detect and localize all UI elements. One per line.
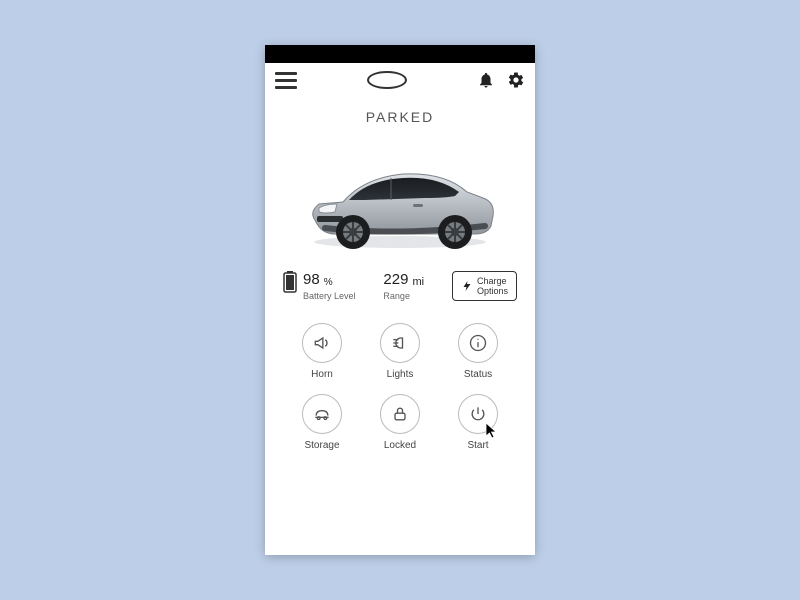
horn-label: Horn bbox=[311, 369, 333, 380]
status-button[interactable]: Status bbox=[439, 323, 517, 380]
battery-stat: 98% Battery Level bbox=[283, 271, 356, 301]
status-label: Status bbox=[464, 369, 492, 380]
storage-label: Storage bbox=[304, 440, 339, 451]
power-icon bbox=[468, 404, 488, 424]
vehicle-status: PARKED bbox=[265, 109, 535, 125]
range-stat: 229 mi Range bbox=[383, 271, 424, 301]
battery-icon bbox=[283, 271, 297, 293]
lights-button[interactable]: Lights bbox=[361, 323, 439, 380]
stats-row: 98% Battery Level 229 mi Range Charge Opt… bbox=[265, 263, 535, 301]
charge-options-button[interactable]: Charge Options bbox=[452, 271, 517, 301]
device-status-bar bbox=[265, 45, 535, 63]
brand-logo bbox=[367, 71, 407, 89]
lock-icon bbox=[390, 404, 410, 424]
range-value: 229 bbox=[383, 271, 408, 288]
horn-button[interactable]: Horn bbox=[283, 323, 361, 380]
bolt-icon bbox=[461, 280, 473, 292]
lock-button[interactable]: Locked bbox=[361, 394, 439, 451]
charge-options-label: Charge Options bbox=[477, 276, 508, 296]
vehicle-image bbox=[265, 133, 535, 263]
battery-value: 98 bbox=[303, 271, 320, 288]
info-icon bbox=[468, 333, 488, 353]
lights-icon bbox=[390, 333, 410, 353]
storage-icon bbox=[312, 404, 332, 424]
battery-label: Battery Level bbox=[303, 291, 356, 301]
notifications-icon[interactable] bbox=[477, 71, 495, 89]
storage-button[interactable]: Storage bbox=[283, 394, 361, 451]
battery-unit: % bbox=[324, 277, 333, 288]
range-unit: mi bbox=[412, 276, 424, 288]
actions-grid: Horn Lights Status Storage Locked bbox=[265, 301, 535, 451]
start-label: Start bbox=[467, 440, 488, 451]
start-button[interactable]: Start bbox=[439, 394, 517, 451]
menu-icon[interactable] bbox=[275, 72, 297, 89]
lights-label: Lights bbox=[387, 369, 414, 380]
topbar bbox=[265, 63, 535, 95]
settings-icon[interactable] bbox=[507, 71, 525, 89]
horn-icon bbox=[312, 333, 332, 353]
range-label: Range bbox=[383, 291, 424, 301]
phone-frame: PARKED bbox=[265, 45, 535, 555]
lock-label: Locked bbox=[384, 440, 416, 451]
